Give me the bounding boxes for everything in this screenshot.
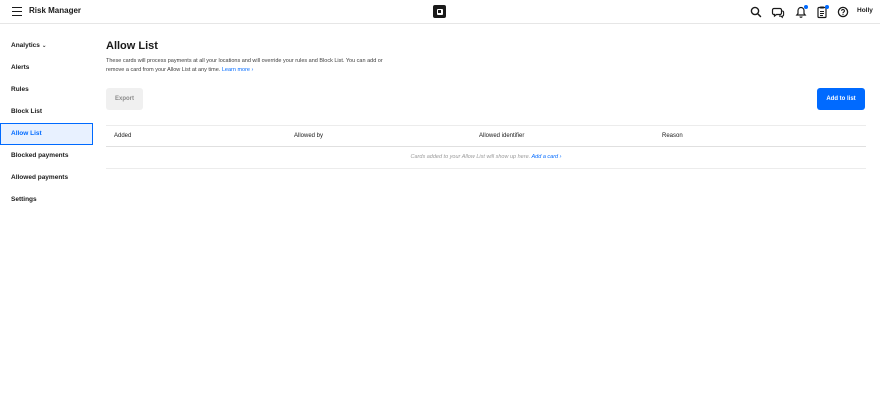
page-description: These cards will process payments at all…	[106, 57, 396, 75]
sidebar-item-label: Alerts	[11, 64, 30, 71]
messages-icon[interactable]	[771, 5, 785, 19]
add-card-link[interactable]: Add a card ›	[532, 154, 562, 160]
notification-dot-icon	[804, 5, 808, 9]
export-button[interactable]: Export	[106, 88, 143, 110]
sidebar-item-label: Allow List	[11, 130, 42, 137]
allow-list-table: Added Allowed by Allowed identifier Reas…	[106, 125, 866, 169]
sidebar-item-label: Blocked payments	[11, 152, 69, 159]
square-logo-icon[interactable]	[433, 5, 446, 18]
sidebar-item-label: Analytics	[11, 42, 40, 49]
table-header: Added Allowed by Allowed identifier Reas…	[106, 125, 866, 147]
sidebar-item-label: Block List	[11, 108, 43, 115]
sidebar-item-allow-list[interactable]: Allow List	[0, 123, 93, 145]
top-bar: Risk Manager Holly	[0, 0, 880, 24]
column-header-allowed-identifier[interactable]: Allowed identifier	[479, 133, 524, 139]
sidebar-item-label: Allowed payments	[11, 174, 69, 181]
user-menu[interactable]: Holly	[857, 7, 873, 14]
clipboard-dot-icon	[825, 5, 829, 9]
learn-more-link[interactable]: Learn more ›	[222, 67, 254, 73]
help-icon[interactable]	[836, 5, 850, 19]
empty-state-text: Cards added to your Allow List will show…	[410, 154, 531, 160]
add-to-list-button[interactable]: Add to list	[817, 88, 865, 110]
sidebar-item-rules[interactable]: Rules	[0, 79, 93, 101]
column-header-allowed-by[interactable]: Allowed by	[294, 133, 323, 139]
column-header-added[interactable]: Added	[114, 133, 131, 139]
chevron-down-icon: ⌄	[41, 43, 47, 49]
sidebar-item-label: Settings	[11, 196, 37, 203]
sidebar-item-analytics[interactable]: Analytics ⌄	[0, 35, 93, 57]
sidebar-item-block-list[interactable]: Block List	[0, 101, 93, 123]
app-title: Risk Manager	[29, 6, 82, 15]
sidebar-item-allowed-payments[interactable]: Allowed payments	[0, 167, 93, 189]
search-icon[interactable]	[749, 5, 763, 19]
clipboard-icon[interactable]	[815, 5, 829, 19]
notifications-icon[interactable]	[794, 5, 808, 19]
main-content: Allow List These cards will process paym…	[106, 40, 866, 169]
sidebar: Analytics ⌄ Alerts Rules Block List Allow…	[0, 35, 93, 211]
menu-icon[interactable]	[12, 7, 22, 16]
sidebar-item-label: Rules	[11, 86, 29, 93]
sidebar-item-alerts[interactable]: Alerts	[0, 57, 93, 79]
empty-state-row: Cards added to your Allow List will show…	[106, 147, 866, 169]
page-title: Allow List	[106, 40, 158, 52]
sidebar-item-settings[interactable]: Settings	[0, 189, 93, 211]
sidebar-item-blocked-payments[interactable]: Blocked payments	[0, 145, 93, 167]
column-header-reason[interactable]: Reason	[662, 133, 683, 139]
